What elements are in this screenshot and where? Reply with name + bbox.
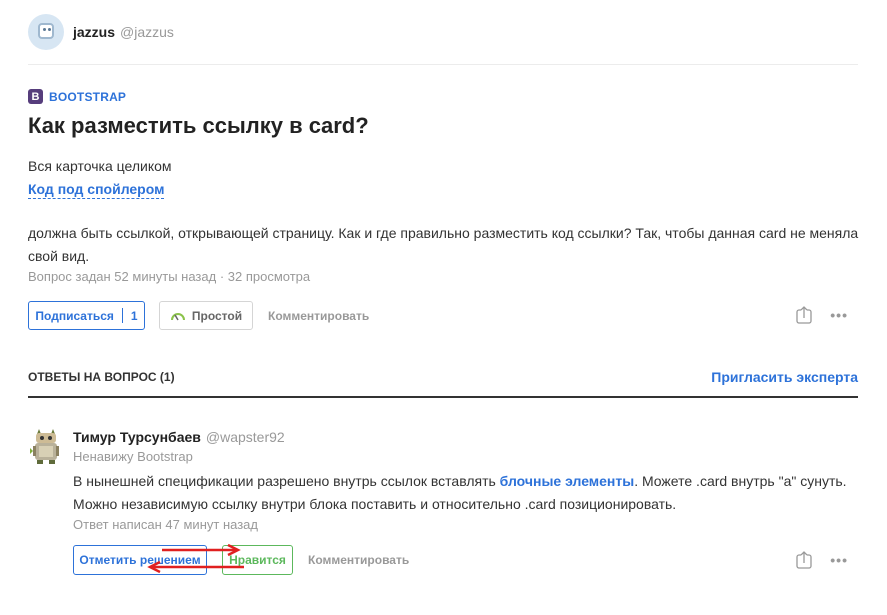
question-text: Вся карточка целиком: [28, 158, 172, 174]
difficulty-button[interactable]: Простой: [159, 301, 253, 330]
author-handle: @jazzus: [120, 24, 174, 40]
more-icon[interactable]: •••: [830, 552, 848, 568]
question-actions: Подписаться 1 Простой Комментировать •••: [28, 301, 858, 330]
bootstrap-tag-icon: B: [28, 89, 43, 104]
answer-text: В нынешней спецификации разрешено внутрь…: [73, 470, 863, 516]
subscribe-count: 1: [130, 308, 138, 323]
difficulty-label: Простой: [191, 308, 243, 323]
question-meta: Вопрос задан 52 минуты назад · 32 просмо…: [28, 269, 311, 284]
user-avatar-icon[interactable]: [28, 14, 64, 50]
more-icon[interactable]: •••: [830, 307, 848, 323]
author-name[interactable]: jazzus: [73, 24, 115, 40]
comment-link[interactable]: Комментировать: [268, 301, 369, 330]
answer-author-handle: @wapster92: [205, 429, 285, 445]
divider: [28, 64, 858, 65]
answer-meta: Ответ написан 47 минут назад: [73, 517, 258, 532]
question-author[interactable]: jazzus @jazzus: [28, 14, 174, 50]
subscribe-label: Подписаться: [35, 308, 114, 323]
question-title: Как разместить ссылку в card?: [28, 113, 369, 138]
answers-header: ОТВЕТЫ НА ВОПРОС (1) Пригласить эксперта: [28, 369, 858, 398]
block-elements-link[interactable]: блочные элементы: [500, 473, 635, 489]
answer-avatar-icon[interactable]: [28, 428, 64, 464]
answer-author-name[interactable]: Тимур Турсунбаев: [73, 429, 201, 445]
answer-author-subtitle: Ненавижу Bootstrap: [73, 449, 193, 464]
like-button[interactable]: Нравится: [222, 545, 293, 575]
question-text-continued: должна быть ссылкой, открывающей страниц…: [28, 225, 859, 264]
share-icon[interactable]: [796, 306, 812, 324]
subscribe-button[interactable]: Подписаться 1: [28, 301, 145, 330]
separator: [121, 308, 123, 323]
answer-actions: Отметить решением Нравится Комментироват…: [73, 545, 858, 575]
tag-label[interactable]: BOOTSTRAP: [49, 90, 126, 104]
difficulty-gauge-icon: [170, 312, 185, 320]
invite-expert-link[interactable]: Пригласить эксперта: [711, 369, 858, 385]
answers-title: ОТВЕТЫ НА ВОПРОС (1): [28, 370, 175, 384]
answer-text-part: В нынешней спецификации разрешено внутрь…: [73, 473, 500, 489]
share-icon[interactable]: [796, 551, 812, 569]
comment-link[interactable]: Комментировать: [308, 545, 409, 575]
mark-solution-button[interactable]: Отметить решением: [73, 545, 207, 575]
answer-author: Тимур Турсунбаев @wapster92: [73, 429, 285, 445]
question-tag[interactable]: B BOOTSTRAP: [28, 89, 126, 104]
spoiler-toggle[interactable]: Код под спойлером: [28, 180, 165, 199]
